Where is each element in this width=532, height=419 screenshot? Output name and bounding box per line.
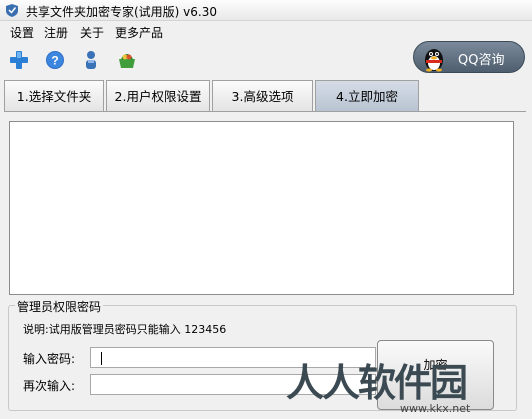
tab-user-permissions[interactable]: 2.用户权限设置 <box>106 80 210 111</box>
watermark-url: www.kkx.net <box>400 402 471 415</box>
basket-icon[interactable] <box>116 49 138 71</box>
tab-encrypt-now[interactable]: 4.立即加密 <box>315 80 419 111</box>
shield-app-icon <box>6 4 18 17</box>
text-caret <box>101 352 102 365</box>
tab-select-folder[interactable]: 1.选择文件夹 <box>4 80 104 111</box>
qq-consult-label: QQ咨询 <box>458 53 505 68</box>
admin-password-group-title: 管理员权限密码 <box>15 298 104 315</box>
tab-divider <box>4 111 526 112</box>
menu-bar: 设置 注册 关于 更多产品 <box>0 21 400 41</box>
add-icon[interactable] <box>8 49 30 71</box>
title-bar: 共享文件夹加密专家(试用版) v6.30 <box>0 0 532 21</box>
confirm-password-label: 再次输入: <box>23 379 76 393</box>
qq-consult-button[interactable]: QQ咨询 <box>413 41 525 73</box>
window-title: 共享文件夹加密专家(试用版) v6.30 <box>26 5 217 19</box>
password-label: 输入密码: <box>23 352 76 366</box>
svg-text:?: ? <box>51 54 58 68</box>
tab-strip: 1.选择文件夹 2.用户权限设置 3.高级选项 4.立即加密 <box>4 80 420 111</box>
menu-register[interactable]: 注册 <box>44 24 68 41</box>
folder-list-box[interactable] <box>9 121 514 295</box>
tab-advanced-options[interactable]: 3.高级选项 <box>212 80 313 111</box>
qq-penguin-icon <box>425 49 443 72</box>
watermark-text: 人人软件园 <box>286 361 468 405</box>
watermark: 人人软件园 www.kkx.net <box>282 352 532 419</box>
help-icon[interactable]: ? <box>44 49 66 71</box>
toolbar: ? <box>0 44 200 74</box>
menu-settings[interactable]: 设置 <box>10 24 34 41</box>
user-icon[interactable] <box>80 49 102 71</box>
menu-about[interactable]: 关于 <box>80 24 104 41</box>
trial-password-note: 说明:试用版管理员密码只能输入 123456 <box>23 323 227 336</box>
menu-more-products[interactable]: 更多产品 <box>115 24 163 41</box>
